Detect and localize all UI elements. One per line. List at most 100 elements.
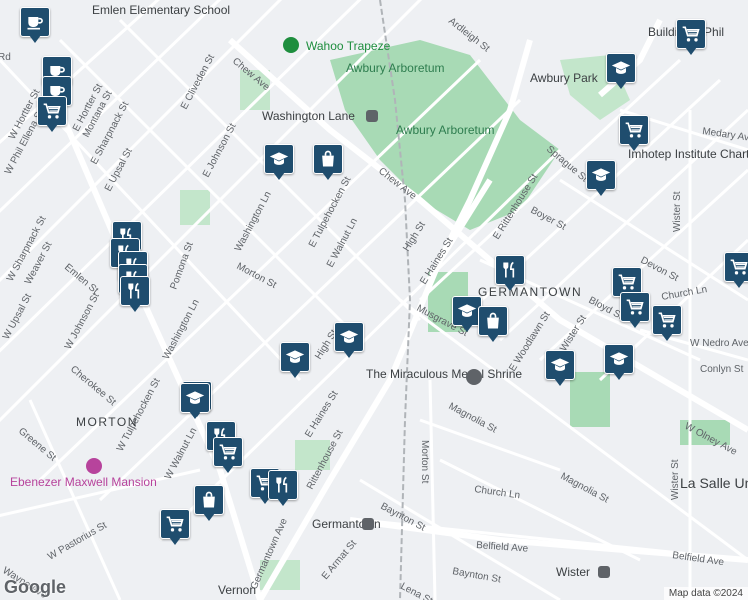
school-pin[interactable] [586, 160, 616, 198]
pin-tail [661, 333, 673, 341]
wister-station-label: Wister [556, 565, 590, 579]
germantown-neighborhood-label: GERMANTOWN [478, 285, 582, 299]
pin-tail [277, 498, 289, 506]
shopping-cart-icon [42, 101, 62, 121]
pin-box[interactable] [619, 115, 649, 145]
pin-box[interactable] [37, 96, 67, 126]
graduation-cap-icon [550, 355, 570, 375]
school-pin[interactable] [334, 322, 364, 360]
shopping-cart-icon [729, 257, 748, 277]
shopping-pin[interactable] [652, 305, 682, 343]
train-station-icon [362, 518, 374, 530]
pin-tail [628, 143, 640, 151]
shopping-cart-icon [625, 297, 645, 317]
washington-lane-station-label: Washington Lane [262, 109, 355, 123]
shopping-cart-icon [165, 514, 185, 534]
awbury-arboretum-label: Awbury Arboretum [396, 123, 495, 137]
awbury-arboretum-top-label: Awbury Arboretum [346, 61, 445, 75]
pin-box[interactable] [620, 292, 650, 322]
pin-tail [343, 350, 355, 358]
pin-tail [169, 537, 181, 545]
pin-box[interactable] [334, 322, 364, 352]
shopping-pin[interactable] [478, 306, 508, 344]
shopping-pin[interactable] [620, 292, 650, 330]
pin-tail [322, 172, 334, 180]
pin-box[interactable] [652, 305, 682, 335]
street-label: Conlyn St [700, 364, 744, 375]
shopping-pin[interactable] [213, 437, 243, 475]
pin-tail [273, 172, 285, 180]
emlen-school-label: Emlen Elementary School [92, 3, 230, 17]
park-morton [180, 190, 210, 225]
school-pin[interactable] [264, 144, 294, 182]
pin-tail [504, 283, 516, 291]
ebenezer-label: Ebenezer Maxwell Mansion [10, 475, 157, 489]
graduation-cap-icon [611, 58, 631, 78]
ebenezer-marker-icon [86, 458, 102, 474]
pin-box[interactable] [213, 437, 243, 467]
cafe-pin[interactable] [20, 7, 50, 45]
shopping-cart-icon [657, 310, 677, 330]
graduation-cap-icon [591, 165, 611, 185]
wahoo-label: Wahoo Trapeze [306, 39, 391, 53]
school-pin[interactable] [604, 344, 634, 382]
pin-tail [554, 378, 566, 386]
shopping-cart-icon [218, 442, 238, 462]
pin-box[interactable] [280, 342, 310, 372]
graduation-cap-icon [285, 347, 305, 367]
graduation-cap-icon [339, 327, 359, 347]
google-logo: Google [4, 577, 66, 597]
shopping-pin[interactable] [37, 96, 67, 134]
street-label: W Nedro Ave [690, 338, 748, 349]
pin-box[interactable] [194, 485, 224, 515]
pin-box[interactable] [264, 144, 294, 174]
pin-box[interactable] [676, 19, 706, 49]
pin-box[interactable] [478, 306, 508, 336]
fork-knife-icon [500, 260, 520, 280]
shopping-bag-icon [318, 149, 338, 169]
school-pin[interactable] [606, 53, 636, 91]
pin-box[interactable] [545, 350, 575, 380]
school-pin[interactable] [180, 383, 210, 421]
street-label: Rd [0, 52, 11, 63]
shopping-pin[interactable] [313, 144, 343, 182]
shopping-pin[interactable] [676, 19, 706, 57]
shopping-pin[interactable] [160, 509, 190, 547]
pin-box[interactable] [180, 383, 210, 413]
restaurant-pin[interactable] [268, 470, 298, 508]
shopping-cart-icon [624, 120, 644, 140]
shopping-pin[interactable] [194, 485, 224, 523]
street-label: Morton St [419, 440, 430, 484]
pin-tail [595, 188, 607, 196]
pin-box[interactable] [586, 160, 616, 190]
pin-tail [289, 370, 301, 378]
pin-box[interactable] [313, 144, 343, 174]
shopping-pin[interactable] [724, 252, 748, 290]
school-pin[interactable] [545, 350, 575, 388]
fork-knife-icon [125, 281, 145, 301]
school-pin[interactable] [280, 342, 310, 380]
pin-box[interactable] [160, 509, 190, 539]
pin-box[interactable] [268, 470, 298, 500]
pin-tail [222, 465, 234, 473]
shrine-marker-icon [466, 369, 482, 385]
graduation-cap-icon [457, 301, 477, 321]
pin-box[interactable] [495, 255, 525, 285]
pin-tail [613, 372, 625, 380]
pin-box[interactable] [120, 276, 150, 306]
restaurant-pin[interactable] [495, 255, 525, 293]
map-attribution: Map data ©2024 [663, 587, 748, 600]
graduation-cap-icon [269, 149, 289, 169]
shopping-cart-icon [681, 24, 701, 44]
medal-shrine-label: The Miraculous Medal Shrine [366, 367, 522, 381]
pin-box[interactable] [724, 252, 748, 282]
pin-box[interactable] [604, 344, 634, 374]
pin-tail [629, 320, 641, 328]
shopping-pin[interactable] [619, 115, 649, 153]
fork-knife-icon [273, 475, 293, 495]
pin-tail [615, 81, 627, 89]
pin-box[interactable] [20, 7, 50, 37]
restaurant-pin[interactable] [120, 276, 150, 314]
shopping-cart-icon [617, 272, 637, 292]
pin-box[interactable] [606, 53, 636, 83]
